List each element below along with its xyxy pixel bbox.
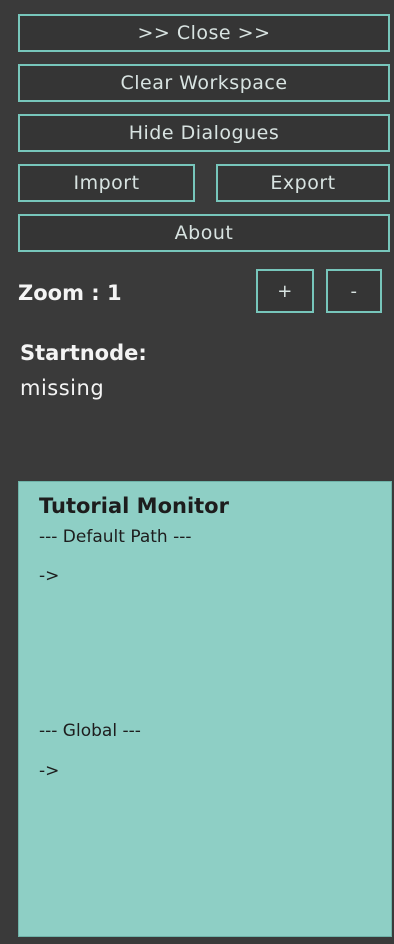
clear-workspace-button[interactable]: Clear Workspace bbox=[18, 64, 390, 102]
zoom-out-button[interactable]: - bbox=[326, 269, 382, 313]
startnode-label: Startnode: bbox=[20, 341, 147, 365]
hide-dialogues-button[interactable]: Hide Dialogues bbox=[18, 114, 390, 152]
export-button[interactable]: Export bbox=[216, 164, 390, 202]
global-header: --- Global --- bbox=[39, 721, 141, 741]
tutorial-monitor-title: Tutorial Monitor bbox=[39, 494, 229, 518]
startnode-value: missing bbox=[20, 376, 105, 400]
global-arrow: -> bbox=[39, 761, 60, 781]
import-button[interactable]: Import bbox=[18, 164, 195, 202]
default-path-header: --- Default Path --- bbox=[39, 527, 192, 547]
tutorial-monitor-panel: Tutorial Monitor --- Default Path --- ->… bbox=[18, 481, 392, 937]
zoom-in-button[interactable]: + bbox=[256, 269, 314, 313]
close-button[interactable]: >> Close >> bbox=[18, 14, 390, 52]
about-button[interactable]: About bbox=[18, 214, 390, 252]
control-panel: >> Close >> Clear Workspace Hide Dialogu… bbox=[0, 0, 394, 944]
zoom-level-label: Zoom : 1 bbox=[18, 281, 122, 305]
default-path-arrow: -> bbox=[39, 566, 60, 586]
